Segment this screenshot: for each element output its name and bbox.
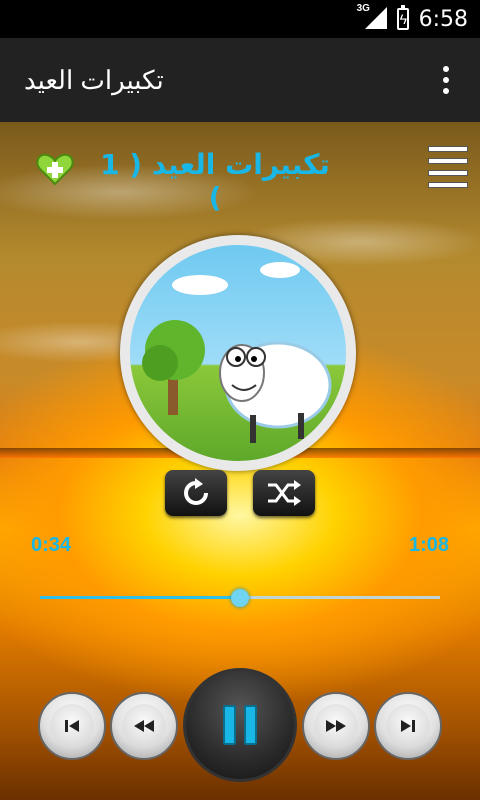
- heart-plus-icon[interactable]: [36, 152, 74, 186]
- clock: 6:58: [418, 6, 468, 32]
- pause-icon: [219, 705, 261, 745]
- fast-forward-button[interactable]: [302, 692, 370, 760]
- album-art: [120, 235, 356, 471]
- shuffle-icon: [268, 480, 301, 506]
- sheep-illustration: [142, 262, 332, 443]
- repeat-icon: [184, 478, 208, 505]
- player-screen: تكبيرات العيد ( 1 ) 0:34 1:08: [0, 122, 480, 800]
- seek-progress: [40, 596, 240, 599]
- app-bar: تكبيرات العيد: [0, 38, 480, 122]
- overflow-menu-icon[interactable]: [442, 66, 450, 94]
- cellular-signal-icon: 3G: [357, 3, 387, 31]
- seek-thumb[interactable]: [231, 589, 249, 607]
- total-duration: 1:08: [408, 534, 449, 556]
- fast-forward-icon: [326, 720, 346, 732]
- status-bar: 3G ϟ 6:58: [0, 0, 480, 38]
- hamburger-icon[interactable]: [428, 146, 468, 188]
- pause-button[interactable]: [183, 668, 297, 782]
- track-title: تكبيرات العيد ( 1 ): [100, 148, 330, 214]
- seek-bar[interactable]: [40, 589, 440, 607]
- app-title: تكبيرات العيد: [24, 65, 164, 95]
- shuffle-button[interactable]: [253, 470, 315, 516]
- rewind-button[interactable]: [110, 692, 178, 760]
- skip-previous-button[interactable]: [38, 692, 106, 760]
- rewind-icon: [134, 720, 154, 732]
- skip-previous-icon: [65, 720, 79, 732]
- skip-next-button[interactable]: [374, 692, 442, 760]
- skip-next-icon: [401, 720, 415, 732]
- elapsed-time: 0:34: [31, 534, 72, 556]
- battery-charging-icon: ϟ: [396, 5, 409, 30]
- repeat-button[interactable]: [165, 470, 227, 516]
